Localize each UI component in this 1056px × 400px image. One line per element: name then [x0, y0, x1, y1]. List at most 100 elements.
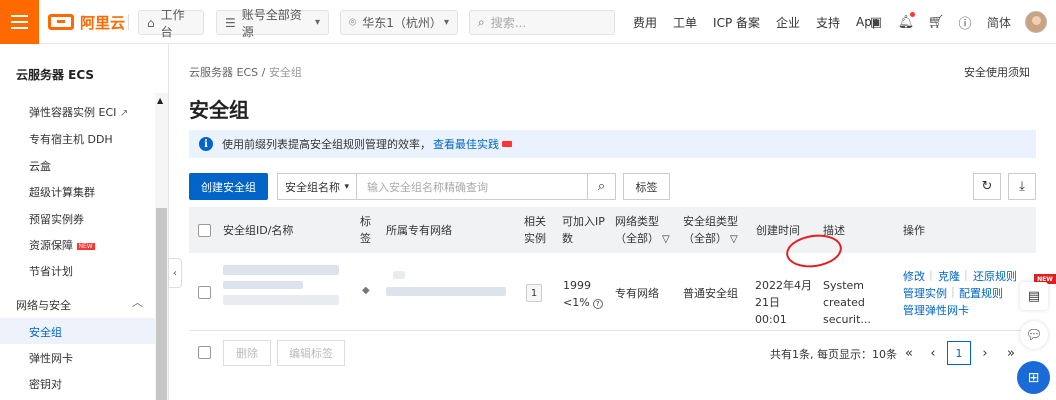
redacted-security-group-id[interactable]: [223, 281, 303, 289]
manage-eni-link[interactable]: 管理弹性网卡: [903, 302, 969, 318]
divider: [128, 14, 129, 30]
table-header: 安全组ID/名称 标签 所属专有网络 相关实例 可加入IP数 网络类型（全部） ▽…: [189, 207, 1036, 253]
column-header-actions: 操作: [903, 224, 925, 237]
sg-type-cell: 普通安全组: [683, 287, 738, 300]
pagination-summary: 共有1条, 每页显示：10条: [770, 348, 897, 361]
link-enterprise[interactable]: 企业: [776, 14, 800, 31]
search-field-select[interactable]: 安全组名称 ▾: [277, 173, 357, 200]
clone-link[interactable]: 克隆: [938, 268, 960, 284]
chevron-up-icon[interactable]: ︿: [132, 294, 143, 310]
home-icon: ⌂: [147, 15, 155, 30]
reader-icon[interactable]: ▤: [1020, 282, 1048, 310]
terminal-icon[interactable]: ▣: [867, 13, 885, 31]
resource-group-label: 账号全部资源: [241, 7, 302, 39]
next-page-icon[interactable]: ›: [975, 341, 995, 365]
column-header-network-type[interactable]: 网络类型（全部） ▽: [615, 213, 677, 248]
link-support[interactable]: 支持: [816, 14, 840, 31]
instance-count-badge[interactable]: 1: [526, 284, 542, 302]
language-selector[interactable]: 简体: [986, 13, 1012, 31]
question-icon[interactable]: ?: [592, 299, 603, 309]
divider: |: [929, 268, 933, 281]
row-checkbox[interactable]: [198, 286, 211, 299]
global-search-input[interactable]: ⌕ 搜索...: [469, 10, 615, 35]
sidebar-item-ddh[interactable]: 专有宿主机 DDH: [29, 131, 113, 147]
sidebar-item-supercomputing[interactable]: 超级计算集群: [29, 184, 95, 200]
filter-icon[interactable]: ▽: [730, 231, 738, 248]
footer-select-all-checkbox[interactable]: [198, 346, 211, 359]
edit-tags-button[interactable]: 编辑标签: [277, 340, 345, 366]
list-icon: ☰: [225, 15, 236, 30]
column-header-sg-type[interactable]: 安全组类型（全部） ▽: [683, 213, 745, 248]
avatar[interactable]: [1025, 11, 1047, 33]
link-icp[interactable]: ICP 备案: [713, 14, 760, 31]
tag-filter-button[interactable]: 标签: [623, 173, 670, 200]
select-all-checkbox[interactable]: [198, 224, 211, 237]
sidebar-group-network-security[interactable]: 网络与安全: [16, 297, 71, 313]
create-security-group-button[interactable]: 创建安全组: [189, 173, 268, 200]
network-type-label: 网络类型（全部）: [615, 215, 659, 245]
available-ip-percent: <1%: [563, 296, 590, 309]
resource-group-selector[interactable]: ☰ 账号全部资源 ▾: [216, 8, 329, 39]
last-page-icon[interactable]: »: [1001, 341, 1021, 365]
best-practice-link[interactable]: 查看最佳实践: [433, 136, 499, 152]
breadcrumb-separator: /: [261, 66, 266, 79]
cart-icon[interactable]: 🛒︎: [927, 13, 945, 31]
tag-icon[interactable]: ◆: [362, 285, 370, 296]
security-notice-link[interactable]: 安全使用须知: [964, 64, 1030, 80]
sidebar-item-resource-assurance[interactable]: 资源保障 NEW: [29, 237, 95, 253]
sidebar-item-label: 弹性容器实例 ECI: [29, 106, 117, 119]
redacted-vpc-id[interactable]: [386, 287, 506, 296]
logo-text: 阿里云: [80, 13, 126, 32]
sidebar-scrollbar-thumb[interactable]: [156, 208, 167, 400]
filter-icon[interactable]: ▽: [662, 231, 670, 248]
delete-button[interactable]: 删除: [223, 340, 271, 366]
first-page-icon[interactable]: «: [899, 341, 919, 365]
search-field-label: 安全组名称: [285, 180, 340, 194]
scroll-up-arrow-icon[interactable]: ▲: [157, 96, 163, 105]
hamburger-menu-icon[interactable]: [0, 0, 39, 44]
location-pin-icon: ⌾: [349, 15, 357, 29]
apps-grid-icon[interactable]: ⊞: [1017, 361, 1050, 394]
modify-link[interactable]: 修改: [903, 268, 925, 284]
sidebar-item-reserved-instances[interactable]: 预留实例券: [29, 211, 84, 227]
link-tickets[interactable]: 工单: [673, 14, 697, 31]
bell-icon[interactable]: 🔔︎: [897, 12, 915, 31]
redacted-security-group-name: [223, 295, 339, 305]
sidebar-item-cloudbox[interactable]: 云盒: [29, 158, 51, 174]
notice-text: 使用前缀列表提高安全组规则管理的效率，: [222, 138, 431, 151]
sidebar-item-eci[interactable]: 弹性容器实例 ECI ↗: [29, 104, 128, 120]
manage-instances-link[interactable]: 管理实例: [903, 285, 947, 301]
sidebar-item-security-group[interactable]: 安全组: [29, 324, 62, 340]
breadcrumb-root[interactable]: 云服务器 ECS: [189, 66, 258, 79]
sidebar-active-highlight: [0, 318, 155, 344]
chevron-down-icon: ▾: [344, 181, 349, 192]
aliyun-logo[interactable]: 阿里云: [48, 11, 125, 33]
configure-rules-link[interactable]: 配置规则: [959, 285, 1003, 301]
help-icon[interactable]: ⓘ: [956, 13, 974, 32]
current-page-button[interactable]: 1: [947, 341, 971, 365]
region-selector[interactable]: ⌾ 华东1（杭州） ▾: [340, 10, 458, 35]
prev-page-icon[interactable]: ‹: [923, 341, 943, 365]
restore-rules-link[interactable]: 还原规则: [973, 268, 1017, 284]
column-header-vpc: 所属专有网络: [386, 224, 452, 237]
page-title: 安全组: [189, 98, 249, 122]
download-icon[interactable]: ⤓: [1008, 173, 1036, 200]
sidebar-item-eni[interactable]: 弹性网卡: [29, 350, 73, 366]
workbench-button[interactable]: ⌂ 工作台: [138, 8, 204, 39]
chat-icon[interactable]: 💬︎: [1020, 321, 1048, 349]
region-label: 华东1（杭州）: [362, 16, 442, 30]
redacted-security-group-id[interactable]: [223, 265, 339, 275]
notification-dot: [910, 12, 915, 17]
global-search-placeholder: 搜索...: [490, 16, 527, 30]
sidebar-item-savings-plan[interactable]: 节省计划: [29, 263, 73, 279]
workbench-label: 工作台: [160, 7, 185, 39]
search-icon: ⌕: [478, 15, 485, 29]
top-navigation-bar: 阿里云 ⌂ 工作台 ☰ 账号全部资源 ▾ ⌾ 华东1（杭州） ▾ ⌕ 搜索...…: [0, 0, 1056, 44]
refresh-icon[interactable]: ↻: [973, 173, 1001, 200]
search-icon[interactable]: ⌕: [588, 173, 616, 200]
sidebar-item-keypair[interactable]: 密钥对: [29, 376, 62, 392]
search-input[interactable]: 输入安全组名称精确查询: [357, 173, 588, 200]
sidebar-item-label: 资源保障: [29, 239, 73, 252]
link-billing[interactable]: 费用: [633, 14, 657, 31]
description-cell: System created securit...: [823, 279, 871, 326]
